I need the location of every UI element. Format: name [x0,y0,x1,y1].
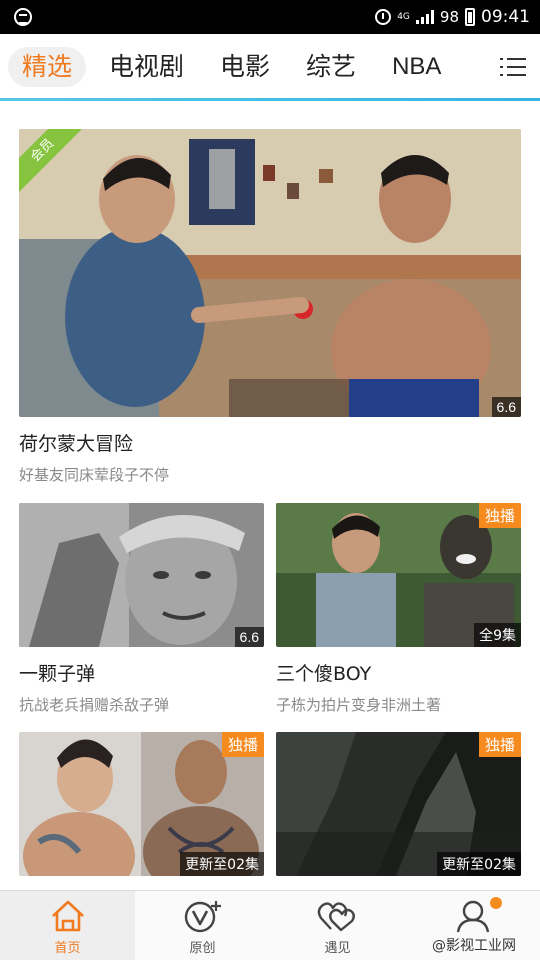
episode-count-badge: 全9集 [474,623,521,647]
nav-original[interactable]: 原创 [135,891,270,960]
nav-original-label: 原创 [189,941,216,956]
featured-title[interactable]: 荷尔蒙大冒险 [19,429,521,456]
exclusive-badge: 独播 [478,732,521,757]
nav-meet-label: 遇见 [324,941,351,956]
nav-meet[interactable]: 遇见 [270,891,405,960]
tab-movies[interactable]: 电影 [207,47,283,87]
video-card[interactable]: 独播 更新至02集 [276,732,521,888]
app-notification-icon [14,8,32,26]
home-icon [51,900,84,932]
category-tabs: 精选 电视剧 电影 综艺 NBA [8,47,464,87]
status-bar: 4G 98 09:41 [0,0,540,34]
original-v-icon [184,901,221,933]
featured-subtitle: 好基友同床荤段子不停 [19,466,170,484]
update-status-badge: 更新至02集 [180,852,264,876]
nav-profile[interactable]: @影视工业网 [405,891,540,960]
video-card[interactable]: 独播 全9集 三个傻BOY 子栋为拍片变身非洲土著 [276,503,521,715]
status-indicators: 4G 98 09:41 [375,6,530,28]
bottom-nav: 首页 原创 遇见 @影视工业网 [0,890,540,960]
tab-nba[interactable]: NBA [379,47,454,87]
video-subtitle: 子栋为拍片变身非洲土著 [276,696,442,714]
network-type: 4G [397,12,410,22]
watermark-text: @影视工业网 [432,938,516,954]
status-time: 09:41 [481,7,530,27]
exclusive-badge: 独播 [478,503,521,528]
video-thumbnail[interactable]: 独播 全9集 [276,503,521,647]
exclusive-badge: 独播 [221,732,264,757]
tab-featured[interactable]: 精选 [8,47,87,87]
video-title[interactable]: 三个傻BOY [276,659,521,686]
old-veteran-image [19,503,264,647]
video-card[interactable]: 独播 更新至02集 [19,732,264,888]
battery-level: 98 [439,8,459,26]
tab-tv-series[interactable]: 电视剧 [96,47,197,87]
alarm-icon [375,9,392,25]
featured-video-card[interactable]: 会员 6.6 荷尔蒙大冒险 好基友同床荤段子不停 [19,129,521,485]
video-feed[interactable]: 会员 6.6 荷尔蒙大冒险 好基友同床荤段子不停 6.6 一颗子弹 抗战老兵捐赠… [0,101,540,890]
nav-home-label: 首页 [54,941,81,956]
rating-badge: 6.6 [234,627,264,647]
battery-icon [465,8,475,26]
video-card[interactable]: 6.6 一颗子弹 抗战老兵捐赠杀敌子弹 [19,503,264,715]
menu-icon[interactable] [500,56,526,78]
update-status-badge: 更新至02集 [437,852,521,876]
video-subtitle: 抗战老兵捐赠杀敌子弹 [19,696,170,714]
user-profile-icon [456,900,489,933]
featured-thumbnail[interactable]: 会员 6.6 [19,129,521,417]
nav-home[interactable]: 首页 [0,891,135,960]
rating-badge: 6.6 [491,397,521,417]
double-heart-icon [317,902,355,932]
featured-scene-image [19,129,521,417]
tab-variety[interactable]: 综艺 [293,47,369,87]
top-nav: 精选 电视剧 电影 综艺 NBA [0,34,540,100]
video-title[interactable]: 一颗子弹 [19,659,264,686]
video-thumbnail[interactable]: 独播 更新至02集 [19,732,264,876]
notification-dot [490,897,502,909]
video-thumbnail[interactable]: 6.6 [19,503,264,647]
signal-icon [415,10,434,24]
video-thumbnail[interactable]: 独播 更新至02集 [276,732,521,876]
